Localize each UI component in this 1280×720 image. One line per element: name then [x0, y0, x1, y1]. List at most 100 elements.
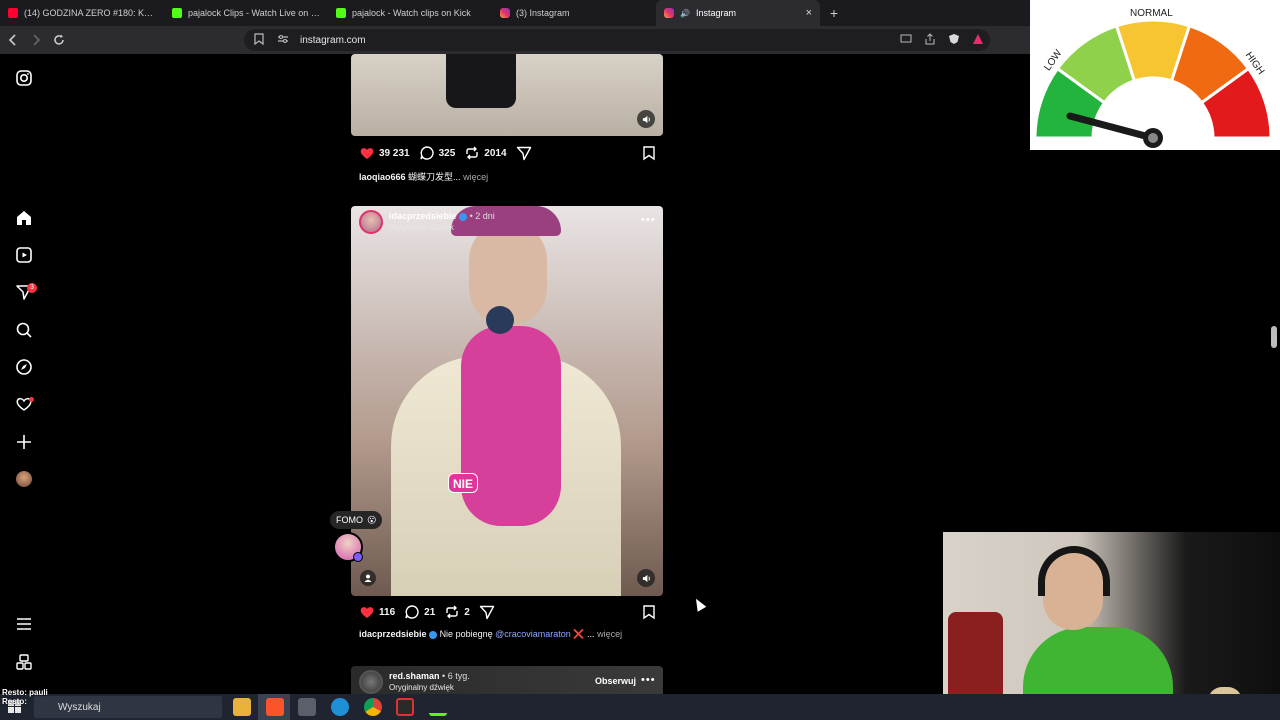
search-placeholder: Wyszukaj [58, 701, 101, 713]
share-send-icon[interactable] [479, 604, 495, 620]
threads-apps-icon[interactable] [15, 653, 33, 671]
repost-count: 2014 [484, 147, 507, 159]
kick-icon [172, 8, 182, 18]
repost-icon[interactable] [444, 604, 460, 620]
fomo-badge-icon [353, 552, 363, 562]
repost-icon[interactable] [464, 145, 480, 161]
save-bookmark-icon[interactable] [641, 145, 657, 161]
messages-badge: 3 [27, 283, 37, 293]
verified-badge-icon [459, 212, 468, 221]
reload-icon [54, 34, 64, 45]
post-caption: idacprzedsiebie Nie pobiegnę @cracoviama… [359, 629, 622, 640]
more-link[interactable]: więcej [463, 172, 488, 182]
speaker-icon: 🔊 [680, 8, 690, 18]
share-icon[interactable] [924, 33, 936, 48]
brave-rewards-icon[interactable] [972, 33, 984, 48]
fomo-emoji: 😮 [367, 514, 377, 525]
address-bar[interactable]: instagram.com [244, 29, 990, 51]
author-avatar[interactable] [359, 210, 383, 234]
browser-tab-active[interactable]: 🔊 Instagram × [656, 0, 820, 26]
instagram-icon [500, 8, 510, 18]
tagged-users-button[interactable] [360, 570, 376, 586]
post-media[interactable] [351, 54, 663, 136]
caption-mention-link[interactable]: @cracoviamaraton [495, 629, 571, 639]
post-header: idacprzedsiebie • 2 dni Oryginalny dźwię… [359, 209, 495, 235]
edge-icon[interactable] [331, 698, 349, 716]
comment-icon[interactable] [419, 145, 435, 161]
bookmark-icon[interactable] [252, 32, 266, 48]
browser-tab[interactable]: pajalock - Watch clips on Kick [328, 0, 492, 26]
brave-shields-icon[interactable] [948, 33, 960, 48]
webcam-overlay [943, 532, 1280, 720]
explore-icon[interactable] [15, 358, 33, 376]
comment-icon[interactable] [404, 604, 420, 620]
fomo-gauge-overlay: LOW NORMAL HIGH [1030, 0, 1280, 190]
person-hoodie [461, 326, 561, 526]
app-icon[interactable] [298, 698, 316, 716]
tab-title: Instagram [695, 8, 736, 18]
fomo-note[interactable]: FOMO 😮 [330, 511, 383, 529]
save-bookmark-icon[interactable] [641, 604, 657, 620]
post-caption: laoqiao666 蝴蝶刀发型... więcej [359, 170, 488, 183]
kick-icon [336, 8, 346, 18]
post-actions: 39 231 325 2014 [359, 144, 657, 162]
obs-icon[interactable] [396, 698, 414, 716]
brave-browser-icon[interactable] [266, 698, 284, 716]
tab-title: (14) GODZINA ZERO #180: KAROL NA [24, 8, 156, 18]
caption-username[interactable]: idacprzedsiebie [359, 629, 427, 639]
url-text: instagram.com [300, 34, 366, 46]
chat-overlay: Resto: pauli Resto: [2, 688, 48, 706]
audio-label[interactable]: Oryginalny dźwięk [389, 682, 470, 693]
reels-icon[interactable] [15, 246, 33, 264]
instagram-icon [664, 8, 674, 18]
search-icon[interactable] [15, 321, 33, 339]
scrollbar-thumb[interactable] [1271, 326, 1277, 348]
create-plus-icon[interactable] [15, 433, 33, 451]
caption-text: 蝴蝶刀发型... [408, 172, 461, 182]
kick-app-icon[interactable] [429, 698, 447, 716]
reload-button[interactable] [49, 30, 69, 50]
browser-tab[interactable]: (14) GODZINA ZERO #180: KAROL NA [0, 0, 164, 26]
post-media[interactable] [351, 206, 663, 596]
back-button[interactable] [3, 30, 23, 50]
close-tab-button[interactable]: × [806, 7, 812, 19]
author-username[interactable]: idacprzedsiebie [389, 211, 457, 221]
audio-label[interactable]: Oryginalny dźwięk [389, 222, 495, 233]
repost-count: 2 [464, 606, 470, 618]
chat-line: Resto: pauli [2, 688, 48, 697]
author-username[interactable]: red.shaman [389, 671, 440, 681]
browser-tab[interactable]: (3) Instagram [492, 0, 656, 26]
more-options-icon[interactable]: ••• [641, 674, 656, 686]
instagram-logo-icon[interactable] [15, 69, 33, 87]
chat-line: Resto: [2, 697, 27, 706]
verified-badge-icon [429, 630, 438, 639]
gauge-label-normal: NORMAL [1130, 8, 1173, 19]
gauge-graphic [1033, 18, 1273, 190]
cast-icon[interactable] [900, 33, 912, 48]
tab-title: (3) Instagram [516, 8, 570, 18]
site-settings-icon[interactable] [276, 34, 290, 47]
taskbar-search-input[interactable]: Wyszukaj [34, 696, 222, 718]
like-heart-icon[interactable] [359, 604, 375, 620]
more-link[interactable]: więcej [597, 629, 622, 639]
forward-button[interactable] [26, 30, 46, 50]
mute-button[interactable] [637, 569, 655, 587]
share-send-icon[interactable] [516, 145, 532, 161]
new-tab-button[interactable]: + [820, 0, 848, 26]
browser-tab[interactable]: pajalock Clips - Watch Live on Kick [164, 0, 328, 26]
profile-avatar[interactable] [16, 471, 32, 487]
post-header: red.shaman • 6 tyg. Oryginalny dźwięk [359, 669, 470, 695]
file-explorer-icon[interactable] [233, 698, 251, 716]
speaker-icon [642, 574, 650, 582]
author-avatar[interactable] [359, 670, 383, 694]
chrome-icon[interactable] [364, 698, 382, 716]
more-options-icon[interactable]: ••• [641, 214, 656, 226]
home-icon[interactable] [15, 209, 33, 227]
youtube-icon [8, 8, 18, 18]
mute-button[interactable] [637, 110, 655, 128]
more-menu-icon[interactable] [15, 615, 33, 633]
caption-username[interactable]: laoqiao666 [359, 172, 406, 182]
follow-button[interactable]: Obserwuj [595, 676, 636, 686]
tab-title: pajalock - Watch clips on Kick [352, 8, 471, 18]
like-heart-icon[interactable] [359, 145, 375, 161]
